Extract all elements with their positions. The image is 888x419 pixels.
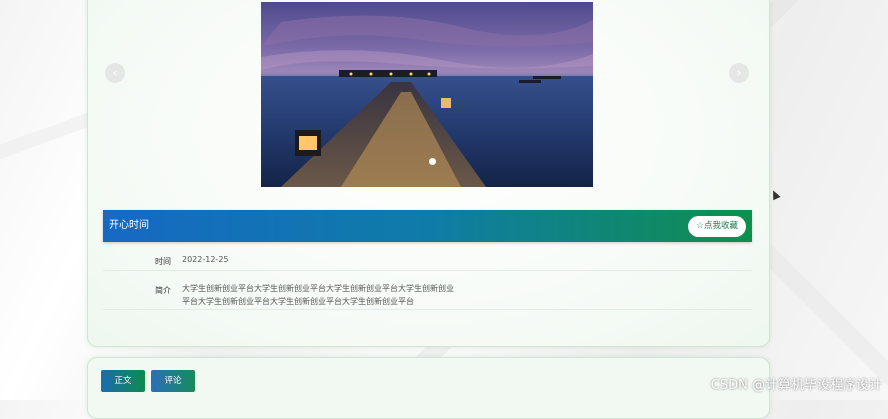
mouse-cursor-icon	[769, 188, 781, 201]
row-divider	[103, 270, 752, 271]
tab-text[interactable]: 正文	[101, 370, 145, 392]
chevron-left-icon: ‹	[112, 66, 118, 80]
carousel-prev-button[interactable]: ‹	[105, 63, 125, 83]
time-label: 时间	[155, 257, 171, 266]
intro-line-1: 大学生创新创业平台大学生创新创业平台大学生创新创业平台大学生创新创业	[182, 284, 454, 293]
intro-label: 简介	[155, 286, 171, 295]
detail-title: 开心时间	[109, 220, 149, 231]
row-divider	[103, 309, 752, 310]
chevron-right-icon: ›	[736, 66, 742, 80]
carousel-dot-indicator[interactable]	[429, 158, 436, 165]
carousel-next-button[interactable]: ›	[729, 63, 749, 83]
watermark-text: CSDN @计算机毕设程序设计	[710, 378, 882, 393]
intro-value: 大学生创新创业平台大学生创新创业平台大学生创新创业平台大学生创新创业 平台大学生…	[182, 282, 702, 308]
tab-comment[interactable]: 评论	[151, 370, 195, 392]
intro-line-2: 平台大学生创新创业平台大学生创新创业平台大学生创新创业平台	[182, 297, 414, 306]
favorite-button[interactable]: ☆点我收藏	[688, 216, 746, 237]
time-value: 2022-12-25	[182, 255, 229, 264]
carousel-image	[261, 2, 593, 187]
detail-title-bar: 开心时间 ☆点我收藏	[103, 210, 752, 242]
